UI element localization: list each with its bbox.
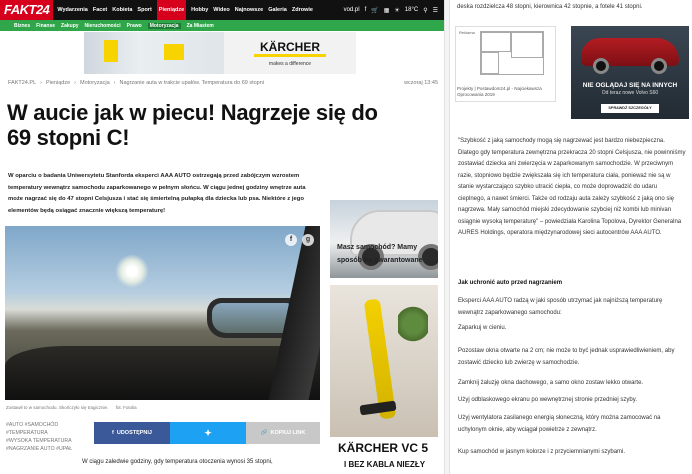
weather-temperature: 18°C	[404, 7, 419, 13]
nav-item-facet[interactable]: Facet	[93, 0, 107, 20]
subnav-item-biznes[interactable]: Biznes	[14, 23, 30, 29]
article-title: W aucie jak w piecu! Nagrzeje się do 69 …	[7, 100, 378, 150]
volvo-ad-headline: NIE OGLĄDAJ SIĘ NA INNYCH	[582, 82, 678, 89]
twitter-icon: ✦	[204, 427, 212, 438]
ad-product-image	[84, 32, 224, 74]
cart-icon[interactable]: 🛒	[371, 7, 378, 14]
photo-caption: Zostawił to w samochodu. Skończyło się t…	[6, 405, 137, 410]
tag[interactable]: #WYSOKA TEMPERATURA	[6, 437, 92, 445]
tag-list: #AUTO #SAMOCHÓD #TEMPERATURA #WYSOKA TEM…	[6, 421, 92, 453]
nav-item-wydarzenia[interactable]: Wydarzenia	[57, 0, 87, 20]
breadcrumb-current: Nagrzanie auta w trakcie upałów. Tempera…	[119, 80, 265, 86]
tip-item: Użyj odblaskowego ekranu po wewnętrznej …	[458, 397, 637, 403]
ad-label: Reklama	[459, 30, 475, 35]
ad-brand-panel: KÄRCHER makes a difference	[224, 32, 356, 74]
breadcrumb: FAKT24.PL › Pieniądze › Motoryzacja › Na…	[8, 80, 438, 86]
karcher-ad-subtitle[interactable]: I BEZ KABLA NIEZŁY	[344, 460, 425, 469]
google-share-icon[interactable]: g	[302, 234, 314, 246]
sub-navigation: Biznes Finanse Zakupy Nieruchomości Praw…	[0, 20, 444, 31]
floor-plan-image	[480, 31, 544, 75]
breadcrumb-motoryzacja[interactable]: Motoryzacja	[80, 80, 110, 86]
tag[interactable]: #AUTO #SAMOCHÓD	[6, 421, 92, 429]
breadcrumb-separator: ›	[74, 80, 76, 86]
photo-credit: fot. Fotolia	[115, 405, 137, 410]
tips-intro: Eksperci AAA AUTO radzą w jaki sposób ut…	[458, 298, 663, 316]
nav-item-galeria[interactable]: Galeria	[268, 0, 287, 20]
tag[interactable]: #NAGRZANIE AUTO #UPAŁ	[6, 445, 92, 453]
twitter-share-button[interactable]: ✦	[170, 422, 246, 444]
article-body-start: W ciągu zaledwie godziny, gdy temperatur…	[82, 459, 273, 465]
nav-item-najnowsze[interactable]: Najnowsze	[235, 0, 263, 20]
karcher-ad-title[interactable]: KÄRCHER VC 5	[338, 441, 428, 455]
facebook-share-label: UDOSTĘPNIJ	[116, 430, 152, 436]
subnav-item-finanse[interactable]: Finanse	[36, 23, 55, 29]
top-right-tools: vod.pl f 🛒 ▦ ☀ 18°C ⚲ ☰	[344, 7, 444, 14]
search-icon[interactable]: ⚲	[423, 7, 427, 14]
house-plan-ad-text[interactable]: Projekty | Postawdom24.pl - Najciekawsza…	[457, 86, 557, 98]
vod-link[interactable]: vod.pl	[344, 7, 360, 13]
photo-caption-text: Zostawił to w samochodu. Skończyło się t…	[6, 405, 109, 410]
breadcrumb-separator: ›	[40, 80, 42, 86]
facebook-icon[interactable]: f	[365, 7, 367, 13]
facebook-share-button[interactable]: f UDOSTĘPNIJ	[94, 422, 170, 444]
subnav-item-za-miastem[interactable]: Za Miastem	[187, 23, 214, 29]
section-heading: Jak uchronić auto przed nagrzaniem	[458, 280, 563, 286]
subnav-item-zakupy[interactable]: Zakupy	[61, 23, 79, 29]
publish-time: wczoraj 13:45	[404, 80, 438, 86]
facebook-icon: f	[112, 430, 114, 436]
breadcrumb-separator: ›	[113, 80, 116, 86]
car-promo-text[interactable]: Masz samochód? Mamy sposób na gwarantowa…	[337, 242, 437, 267]
copy-link-label: KOPIUJ LINK	[270, 430, 306, 436]
nav-item-pieniadze[interactable]: Pieniądze	[156, 0, 187, 20]
grid-icon[interactable]: ▦	[384, 7, 390, 14]
subnav-item-motoryzacja[interactable]: Motoryzacja	[147, 22, 181, 29]
ad-brand-logo: KÄRCHER	[254, 40, 326, 57]
article-photo[interactable]: f g	[5, 226, 320, 400]
menu-icon[interactable]: ☰	[433, 7, 438, 14]
main-nav: Wydarzenia Facet Kobieta Sport Pieniądze…	[57, 0, 313, 20]
volvo-ad[interactable]: NIE OGLĄDAJ SIĘ NA INNYCH Od teraz nowe …	[571, 26, 689, 119]
quote-paragraph: "Szybkość z jaką samochody mogą się nagr…	[458, 138, 686, 236]
breadcrumb-home[interactable]: FAKT24.PL	[8, 80, 36, 86]
nav-item-zdrowie[interactable]: Zdrowie	[292, 0, 313, 20]
volvo-ad-subline: Od teraz nowe Volvo S60	[601, 90, 659, 96]
tag[interactable]: #TEMPERATURA	[6, 429, 92, 437]
tip-item: Zamknij żaluzję okna dachowego, a samo o…	[458, 380, 644, 386]
article-lead: W oparciu o badania Uniwersytetu Stanfor…	[8, 173, 306, 214]
top-navigation: FAKT24 Wydarzenia Facet Kobieta Sport Pi…	[0, 0, 444, 20]
nav-item-sport[interactable]: Sport	[137, 0, 151, 20]
link-icon: 🔗	[260, 430, 268, 436]
article-text: deska rozdzielcza 48 stopni, kierownica …	[457, 4, 643, 10]
facebook-share-icon[interactable]: f	[285, 234, 297, 246]
tip-item: Kup samochód w jasnym kolorze i z przyci…	[458, 449, 626, 455]
nav-item-wideo[interactable]: Wideo	[213, 0, 229, 20]
sun-glare	[115, 254, 149, 288]
weather-icon: ☀	[394, 7, 400, 14]
tip-item: Pozostaw okna otwarte na 2 cm; nie może …	[458, 348, 675, 366]
nav-item-kobieta[interactable]: Kobieta	[112, 0, 132, 20]
car-image	[581, 38, 679, 74]
right-column: deska rozdzielcza 48 stopni, kierownica …	[450, 0, 692, 474]
copy-link-button[interactable]: 🔗 KOPIUJ LINK	[246, 422, 320, 444]
tip-item: Zaparkuj w cieniu.	[458, 325, 507, 331]
nav-item-hobby[interactable]: Hobby	[191, 0, 208, 20]
subnav-item-nieruchomosci[interactable]: Nieruchomości	[85, 23, 121, 29]
page: FAKT24 Wydarzenia Facet Kobieta Sport Pi…	[0, 0, 692, 474]
volvo-ad-button[interactable]: SPRAWDŹ SZCZEGÓŁY	[601, 104, 659, 113]
karcher-ad-image[interactable]	[330, 285, 438, 437]
top-advertisement[interactable]: KÄRCHER makes a difference	[84, 32, 356, 74]
tip-item: Użyj wentylatora zasilanego energią słon…	[458, 415, 661, 433]
breadcrumb-pieniadze[interactable]: Pieniądze	[46, 80, 70, 86]
logo[interactable]: FAKT24	[0, 0, 54, 20]
ad-tagline: makes a difference	[268, 60, 312, 67]
left-column: FAKT24 Wydarzenia Facet Kobieta Sport Pi…	[0, 0, 444, 474]
subnav-item-prawo[interactable]: Prawo	[127, 23, 142, 29]
